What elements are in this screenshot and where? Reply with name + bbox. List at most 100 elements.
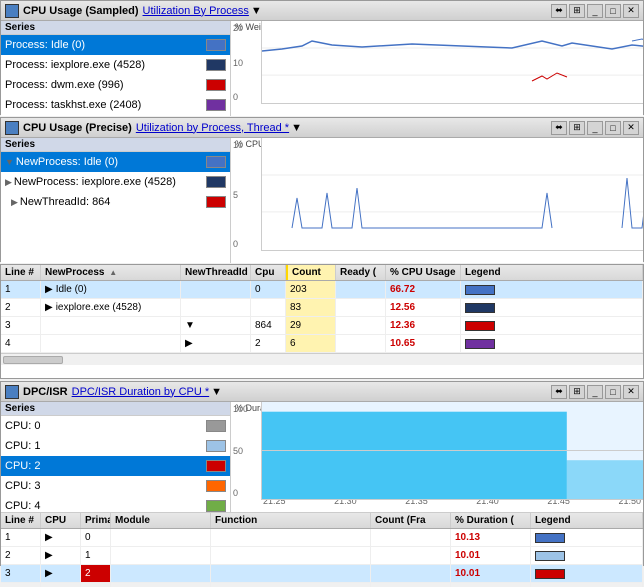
mid-panel-close-btn[interactable]: ✕ (623, 121, 639, 135)
td-line-4: 4 (1, 335, 41, 352)
mid-panel-grid-btn[interactable]: ⊞ (569, 121, 585, 135)
top-panel-dropdown-arrow[interactable]: ▼ (251, 5, 262, 17)
main-table-hscroll[interactable] (1, 353, 643, 365)
mid-panel-scroll-btn[interactable]: ⬌ (551, 121, 567, 135)
td-process-2: ▶iexplore.exe (4528) (41, 299, 181, 316)
table-row-3[interactable]: 3 ▼ 864 29 12.36 (1, 317, 643, 335)
bottom-series-cpu3[interactable]: CPU: 3 (1, 476, 230, 496)
bottom-table: Line # CPU Primary Primary Module Functi… (1, 512, 643, 587)
top-y-20: 20 (233, 23, 259, 33)
btd-cpu-4[interactable]: ▶ (41, 583, 81, 587)
bottom-panel-link[interactable]: DPC/ISR Duration by CPU * (72, 386, 210, 398)
bottom-series-cpu2[interactable]: CPU: 2 (1, 456, 230, 476)
mid-series-iexplore[interactable]: ▶ NewProcess: iexplore.exe (4528) (1, 172, 230, 192)
btd-cpu-1[interactable]: ▶ (41, 529, 81, 546)
mid-panel-min-btn[interactable]: _ (587, 121, 603, 135)
bottom-row-3[interactable]: 3 ▶ 2 10.01 (1, 565, 643, 583)
mid-panel-link[interactable]: Utilization by Process, Thread * (136, 122, 289, 134)
bth-duration[interactable]: % Duration ( (451, 513, 531, 528)
bottom-chart-plot[interactable] (261, 402, 643, 500)
mid-panel-title: CPU Usage (Precise) (23, 122, 132, 134)
th-ready[interactable]: Ready ( (336, 265, 386, 280)
table-row-2[interactable]: 2 ▶iexplore.exe (4528) 83 12.56 (1, 299, 643, 317)
btd-line-3: 3 (1, 565, 41, 582)
top-panel-scroll-btn[interactable]: ⬌ (551, 4, 567, 18)
bottom-series-cpu1[interactable]: CPU: 1 (1, 436, 230, 456)
hscroll-thumb[interactable] (3, 356, 63, 364)
series-item-taskhst[interactable]: Process: taskhst.exe (2408) (1, 95, 230, 115)
table-row-4[interactable]: 4 ▶ 2 6 10.65 (1, 335, 643, 353)
top-panel-close-btn[interactable]: ✕ (623, 4, 639, 18)
bottom-chart-area[interactable]: % Duration (Fragmented) using resource t… (231, 402, 643, 512)
thread-expand-arrow: ▶ (11, 197, 18, 208)
th-newthreadid[interactable]: NewThreadId (181, 265, 251, 280)
bottom-row-4[interactable]: 4 ▶ 3 10.01 (1, 583, 643, 587)
top-chart-plot[interactable] (261, 21, 643, 104)
idle-expand-arrow: ▼ (5, 157, 14, 167)
td-legend-1 (461, 281, 643, 298)
btd-cpu-3[interactable]: ▶ (41, 565, 81, 582)
btd-function-2 (211, 547, 371, 564)
btd-duration-2: 10.01 (451, 547, 531, 564)
btd-cpu-2[interactable]: ▶ (41, 547, 81, 564)
mid-panel-dropdown-arrow[interactable]: ▼ (291, 122, 302, 134)
td-cpu-4: 2 (251, 335, 286, 352)
bottom-panel-scroll-btn[interactable]: ⬌ (551, 385, 567, 399)
bottom-panel-min-btn[interactable]: _ (587, 385, 603, 399)
btd-line-1: 1 (1, 529, 41, 546)
btd-module-4 (111, 583, 211, 587)
series-item-dwm[interactable]: Process: dwm.exe (996) (1, 75, 230, 95)
bottom-panel-dropdown-arrow[interactable]: ▼ (211, 386, 222, 398)
bottom-panel-max-btn[interactable]: □ (605, 385, 621, 399)
td-cpu-1: 0 (251, 281, 286, 298)
mid-series-thread-color (206, 196, 226, 208)
bottom-panel-grid-btn[interactable]: ⊞ (569, 385, 585, 399)
td-threadid-4: ▶ (181, 335, 251, 352)
mid-chart-plot[interactable] (261, 138, 643, 251)
bottom-series-cpu0[interactable]: CPU: 0 (1, 416, 230, 436)
td-legend-2 (461, 299, 643, 316)
series-item-iexplore[interactable]: Process: iexplore.exe (4528) (1, 55, 230, 75)
bth-function[interactable]: Function (211, 513, 371, 528)
series-taskhst-color (206, 99, 226, 111)
btd-duration-3: 10.01 (451, 565, 531, 582)
td-cpuusage-3: 12.36 (386, 317, 461, 334)
th-cpu-usage[interactable]: % CPU Usage Primary (386, 265, 461, 280)
mid-series-idle[interactable]: ▼ NewProcess: Idle (0) (1, 152, 230, 172)
bth-module[interactable]: Module (111, 513, 211, 528)
bth-primary[interactable]: Primary Primary (81, 513, 111, 528)
top-chart-area[interactable]: % Weight using resource time as [TimeSta… (231, 21, 643, 116)
bth-count[interactable]: Count (Fra (371, 513, 451, 528)
td-legend-4 (461, 335, 643, 352)
top-panel-link[interactable]: Utilization By Process (143, 5, 249, 17)
mid-chart-area[interactable]: % CPU Usage using resource time as [Swit… (231, 138, 643, 263)
th-cpu[interactable]: Cpu (251, 265, 286, 280)
bottom-panel-icon (5, 385, 19, 399)
btd-primary-1: 0 (81, 529, 111, 546)
top-panel-max-btn[interactable]: □ (605, 4, 621, 18)
bottom-panel-close-btn[interactable]: ✕ (623, 385, 639, 399)
expand-1[interactable]: ▶ (45, 284, 53, 295)
mid-series-thread[interactable]: ▶ NewThreadId: 864 (1, 192, 230, 212)
btd-module-2 (111, 547, 211, 564)
bottom-panel-header: DPC/ISR DPC/ISR Duration by CPU * ▼ ⬌ ⊞ … (1, 382, 643, 402)
table-row-1[interactable]: 1 ▶Idle (0) 0 203 66.72 (1, 281, 643, 299)
th-newprocess[interactable]: NewProcess ▲ (41, 265, 181, 280)
bottom-row-2[interactable]: 2 ▶ 1 10.01 (1, 547, 643, 565)
td-cpu-2 (251, 299, 286, 316)
top-panel-min-btn[interactable]: _ (587, 4, 603, 18)
mid-series-idle-color (206, 156, 226, 168)
th-count[interactable]: Count (286, 265, 336, 280)
expand-2[interactable]: ▶ (45, 302, 53, 313)
top-panel-grid-btn[interactable]: ⊞ (569, 4, 585, 18)
series-item-idle[interactable]: Process: Idle (0) (1, 35, 230, 55)
sort-arrow-process: ▲ (109, 268, 117, 277)
bth-cpu[interactable]: CPU (41, 513, 81, 528)
top-series-label: Series (1, 21, 230, 35)
top-panel: CPU Usage (Sampled) Utilization By Proce… (0, 0, 644, 115)
mid-panel: CPU Usage (Precise) Utilization by Proce… (0, 117, 644, 262)
bottom-row-1[interactable]: 1 ▶ 0 10.13 (1, 529, 643, 547)
bottom-panel-title: DPC/ISR (23, 386, 68, 398)
td-ready-2 (336, 299, 386, 316)
mid-panel-max-btn[interactable]: □ (605, 121, 621, 135)
